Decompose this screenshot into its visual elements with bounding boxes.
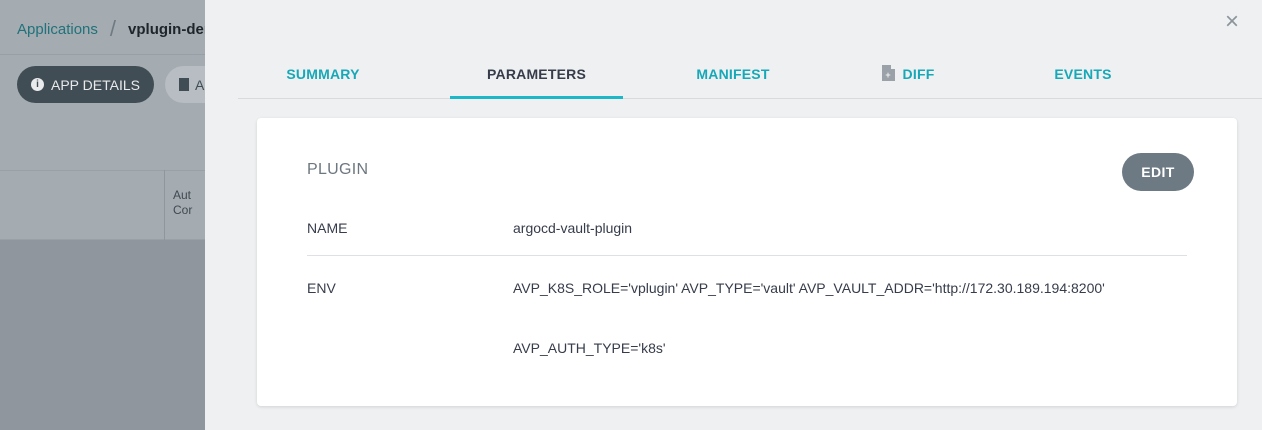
header-divider	[0, 54, 205, 55]
breadcrumb-applications-link[interactable]: Applications	[17, 21, 98, 38]
app-details-label: APP DETAILS	[51, 76, 140, 93]
parameters-panel: × SUMMARY PARAMETERS MANIFEST + DIFF EVE…	[205, 0, 1262, 430]
close-icon[interactable]: ×	[1222, 10, 1242, 34]
background-app: Applications / vplugin-dem i APP DETAILS…	[0, 0, 205, 430]
tab-summary[interactable]: SUMMARY	[278, 55, 368, 99]
tab-parameters-label: PARAMETERS	[487, 66, 586, 82]
app-diff-label: A	[195, 76, 205, 93]
background-column-divider	[164, 170, 165, 240]
background-cell-text: Aut Cor	[173, 188, 193, 217]
card-title: PLUGIN	[307, 161, 369, 178]
tab-summary-label: SUMMARY	[286, 66, 360, 82]
breadcrumb-separator: /	[109, 16, 117, 41]
tab-diff-label: DIFF	[902, 66, 935, 82]
tab-manifest[interactable]: MANIFEST	[688, 55, 778, 99]
tab-events[interactable]: EVENTS	[1043, 55, 1123, 99]
name-label: NAME	[307, 220, 348, 236]
env-value-line: AVP_AUTH_TYPE='k8s'	[513, 340, 666, 356]
plugin-card: PLUGIN EDIT NAME argocd-vault-plugin ENV…	[257, 118, 1237, 406]
breadcrumb: Applications / vplugin-dem	[17, 16, 205, 42]
app-diff-button[interactable]: A	[165, 66, 205, 103]
diff-file-icon: +	[881, 65, 895, 81]
row-divider	[307, 255, 1187, 256]
document-icon	[179, 78, 189, 91]
edit-button[interactable]: EDIT	[1122, 153, 1194, 191]
tab-events-label: EVENTS	[1054, 66, 1112, 82]
breadcrumb-current-app: vplugin-dem	[128, 20, 205, 38]
panel-tabs: SUMMARY PARAMETERS MANIFEST + DIFF EVENT…	[238, 55, 1262, 99]
env-value-line: AVP_K8S_ROLE='vplugin' AVP_TYPE='vault' …	[513, 280, 1105, 296]
tab-diff[interactable]: + DIFF	[868, 55, 948, 99]
app-details-button[interactable]: i APP DETAILS	[17, 66, 154, 103]
tab-parameters[interactable]: PARAMETERS	[450, 55, 623, 99]
env-label: ENV	[307, 280, 336, 296]
tab-manifest-label: MANIFEST	[696, 66, 770, 82]
info-icon: i	[31, 78, 44, 91]
name-value: argocd-vault-plugin	[513, 220, 633, 236]
